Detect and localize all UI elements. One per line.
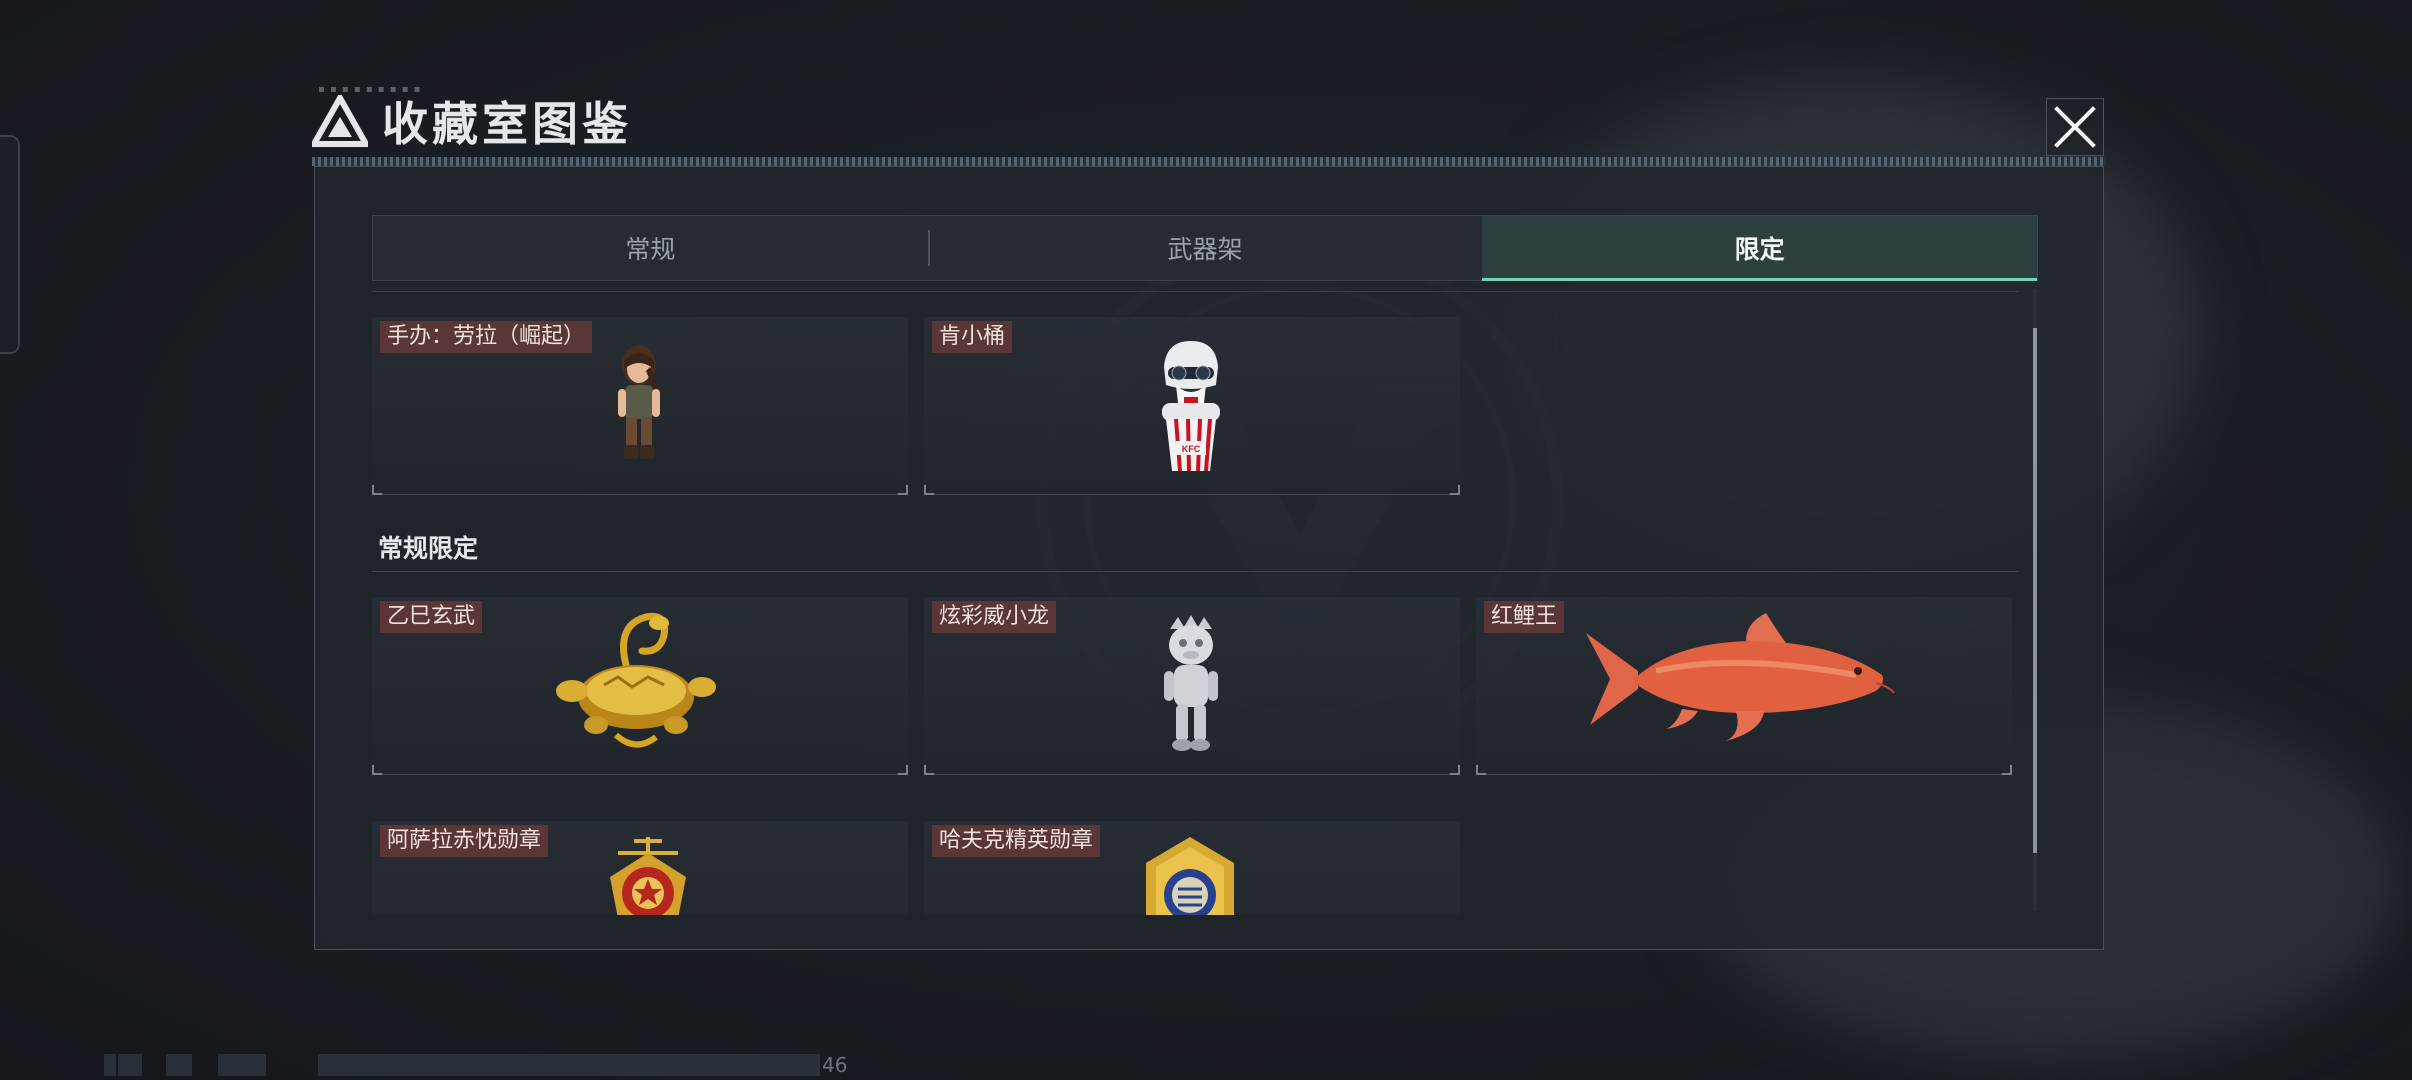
item-label: 阿萨拉赤忱勋章 xyxy=(380,825,549,857)
collection-card[interactable]: KFC 肯小桶 xyxy=(924,317,1460,495)
footer-counter: 46 xyxy=(822,1053,848,1077)
tab-regular[interactable]: 常规 xyxy=(373,216,928,280)
footer-blur xyxy=(104,1054,116,1076)
svg-text:KFC: KFC xyxy=(1182,444,1201,454)
collection-card[interactable]: 红鲤王 xyxy=(1476,597,2012,775)
delta-logo-icon xyxy=(312,95,368,147)
tab-label: 武器架 xyxy=(1167,235,1243,264)
category-tabs: 常规 武器架 限定 xyxy=(372,215,2038,281)
section-divider xyxy=(372,571,2018,572)
scrollbar-thumb[interactable] xyxy=(2033,328,2037,853)
collection-card[interactable]: 手办：劳拉（崛起） xyxy=(372,317,908,495)
close-icon[interactable] xyxy=(2047,99,2103,155)
side-edge-tab[interactable] xyxy=(0,135,20,354)
tab-weapon-rack[interactable]: 武器架 xyxy=(927,216,1483,280)
item-label: 乙巳玄武 xyxy=(380,601,483,633)
footer-blur xyxy=(118,1054,142,1076)
red-carp-icon xyxy=(1586,613,1895,741)
tab-label: 常规 xyxy=(625,235,676,264)
item-label: 肯小桶 xyxy=(932,321,1013,353)
item-label: 哈夫克精英勋章 xyxy=(932,825,1101,857)
golden-turtle-snake-icon xyxy=(556,612,716,748)
tab-label: 限定 xyxy=(1734,235,1785,264)
list-top-divider xyxy=(372,291,2018,292)
window-title-bar: 收藏室图鉴 xyxy=(312,88,632,154)
kfc-bucket-figure-icon: KFC xyxy=(1162,341,1220,472)
item-label: 红鲤王 xyxy=(1484,601,1565,633)
haavk-elite-medal-icon xyxy=(1146,837,1234,915)
page-title: 收藏室图鉴 xyxy=(382,97,632,151)
footer-blur xyxy=(218,1054,266,1076)
collection-list[interactable]: 手办：劳拉（崛起） KFC 肯小桶 常规限定 乙巳玄武 炫彩威小龙 红鲤王 阿萨… xyxy=(372,285,2018,915)
lara-figure-icon xyxy=(618,345,660,459)
item-label: 炫彩威小龙 xyxy=(932,601,1057,633)
collection-card[interactable]: 阿萨拉赤忱勋章 xyxy=(372,821,908,915)
close-button[interactable] xyxy=(2046,98,2104,156)
item-label: 手办：劳拉（崛起） xyxy=(380,321,593,353)
section-title: 常规限定 xyxy=(378,534,479,563)
collection-card[interactable]: 哈夫克精英勋章 xyxy=(924,821,1460,915)
collection-card[interactable]: 炫彩威小龙 xyxy=(924,597,1460,775)
footer-blur xyxy=(318,1054,820,1076)
footer-blur xyxy=(166,1054,192,1076)
title-divider xyxy=(312,157,2106,166)
silver-dragon-figure-icon xyxy=(1164,615,1218,751)
collection-card[interactable]: 乙巳玄武 xyxy=(372,597,908,775)
asala-medal-icon xyxy=(610,837,686,915)
tab-limited[interactable]: 限定 xyxy=(1482,216,2038,281)
